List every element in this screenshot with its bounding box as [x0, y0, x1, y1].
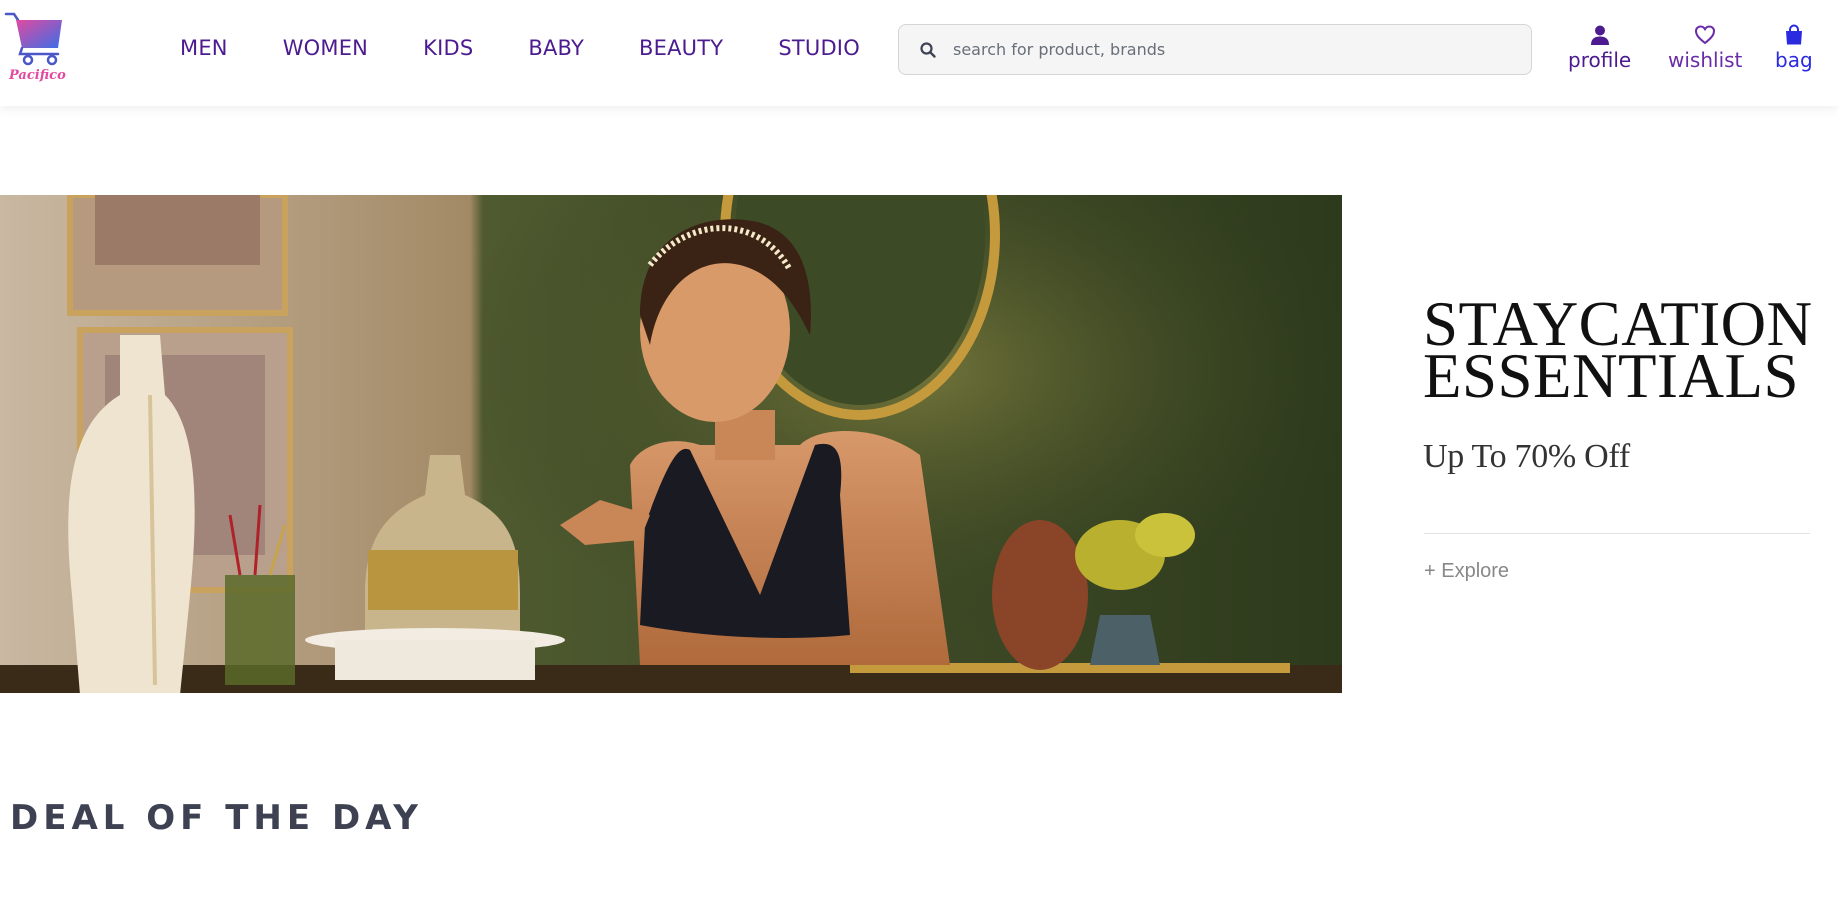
deal-of-the-day-heading: DEAL OF THE DAY	[10, 798, 423, 838]
profile-label: profile	[1568, 48, 1632, 72]
wishlist-button[interactable]: wishlist	[1668, 24, 1742, 72]
hero-photo	[0, 195, 1342, 693]
site-header: Pacifico MEN WOMEN KIDS BABY BEAUTY STUD…	[0, 0, 1838, 106]
search-icon[interactable]	[919, 41, 937, 59]
search-input[interactable]	[953, 25, 1513, 74]
nav-item-beauty[interactable]: BEAUTY	[639, 36, 723, 60]
nav-item-studio[interactable]: STUDIO	[778, 36, 860, 60]
hero-title-line2: ESSENTIALS	[1423, 341, 1800, 411]
nav-item-kids[interactable]: KIDS	[423, 36, 473, 60]
brand-name: Pacifico	[9, 68, 66, 83]
profile-button[interactable]: profile	[1568, 24, 1631, 72]
hero-banner-image[interactable]	[0, 195, 1342, 693]
hero-divider	[1424, 533, 1810, 534]
explore-link[interactable]: + Explore	[1424, 560, 1509, 583]
nav-item-baby[interactable]: BABY	[528, 36, 584, 60]
wishlist-label: wishlist	[1668, 48, 1743, 72]
cart-logo-icon	[4, 12, 62, 66]
shopping-bag-icon	[1785, 24, 1802, 45]
hero-text-block: STAYCATION ESSENTIALS Up To 70% Off	[1423, 293, 1813, 476]
hero-subtitle: Up To 70% Off	[1423, 438, 1630, 475]
nav-item-men[interactable]: MEN	[180, 36, 228, 60]
user-icon	[1590, 25, 1609, 45]
bag-label: bag	[1775, 48, 1813, 72]
brand-logo[interactable]: Pacifico	[4, 10, 66, 88]
nav-item-women[interactable]: WOMEN	[283, 36, 368, 60]
search-bar	[898, 24, 1532, 75]
heart-icon	[1695, 25, 1716, 45]
main-nav: MEN WOMEN KIDS BABY BEAUTY STUDIO	[180, 36, 860, 60]
bag-button[interactable]: bag	[1775, 24, 1813, 72]
